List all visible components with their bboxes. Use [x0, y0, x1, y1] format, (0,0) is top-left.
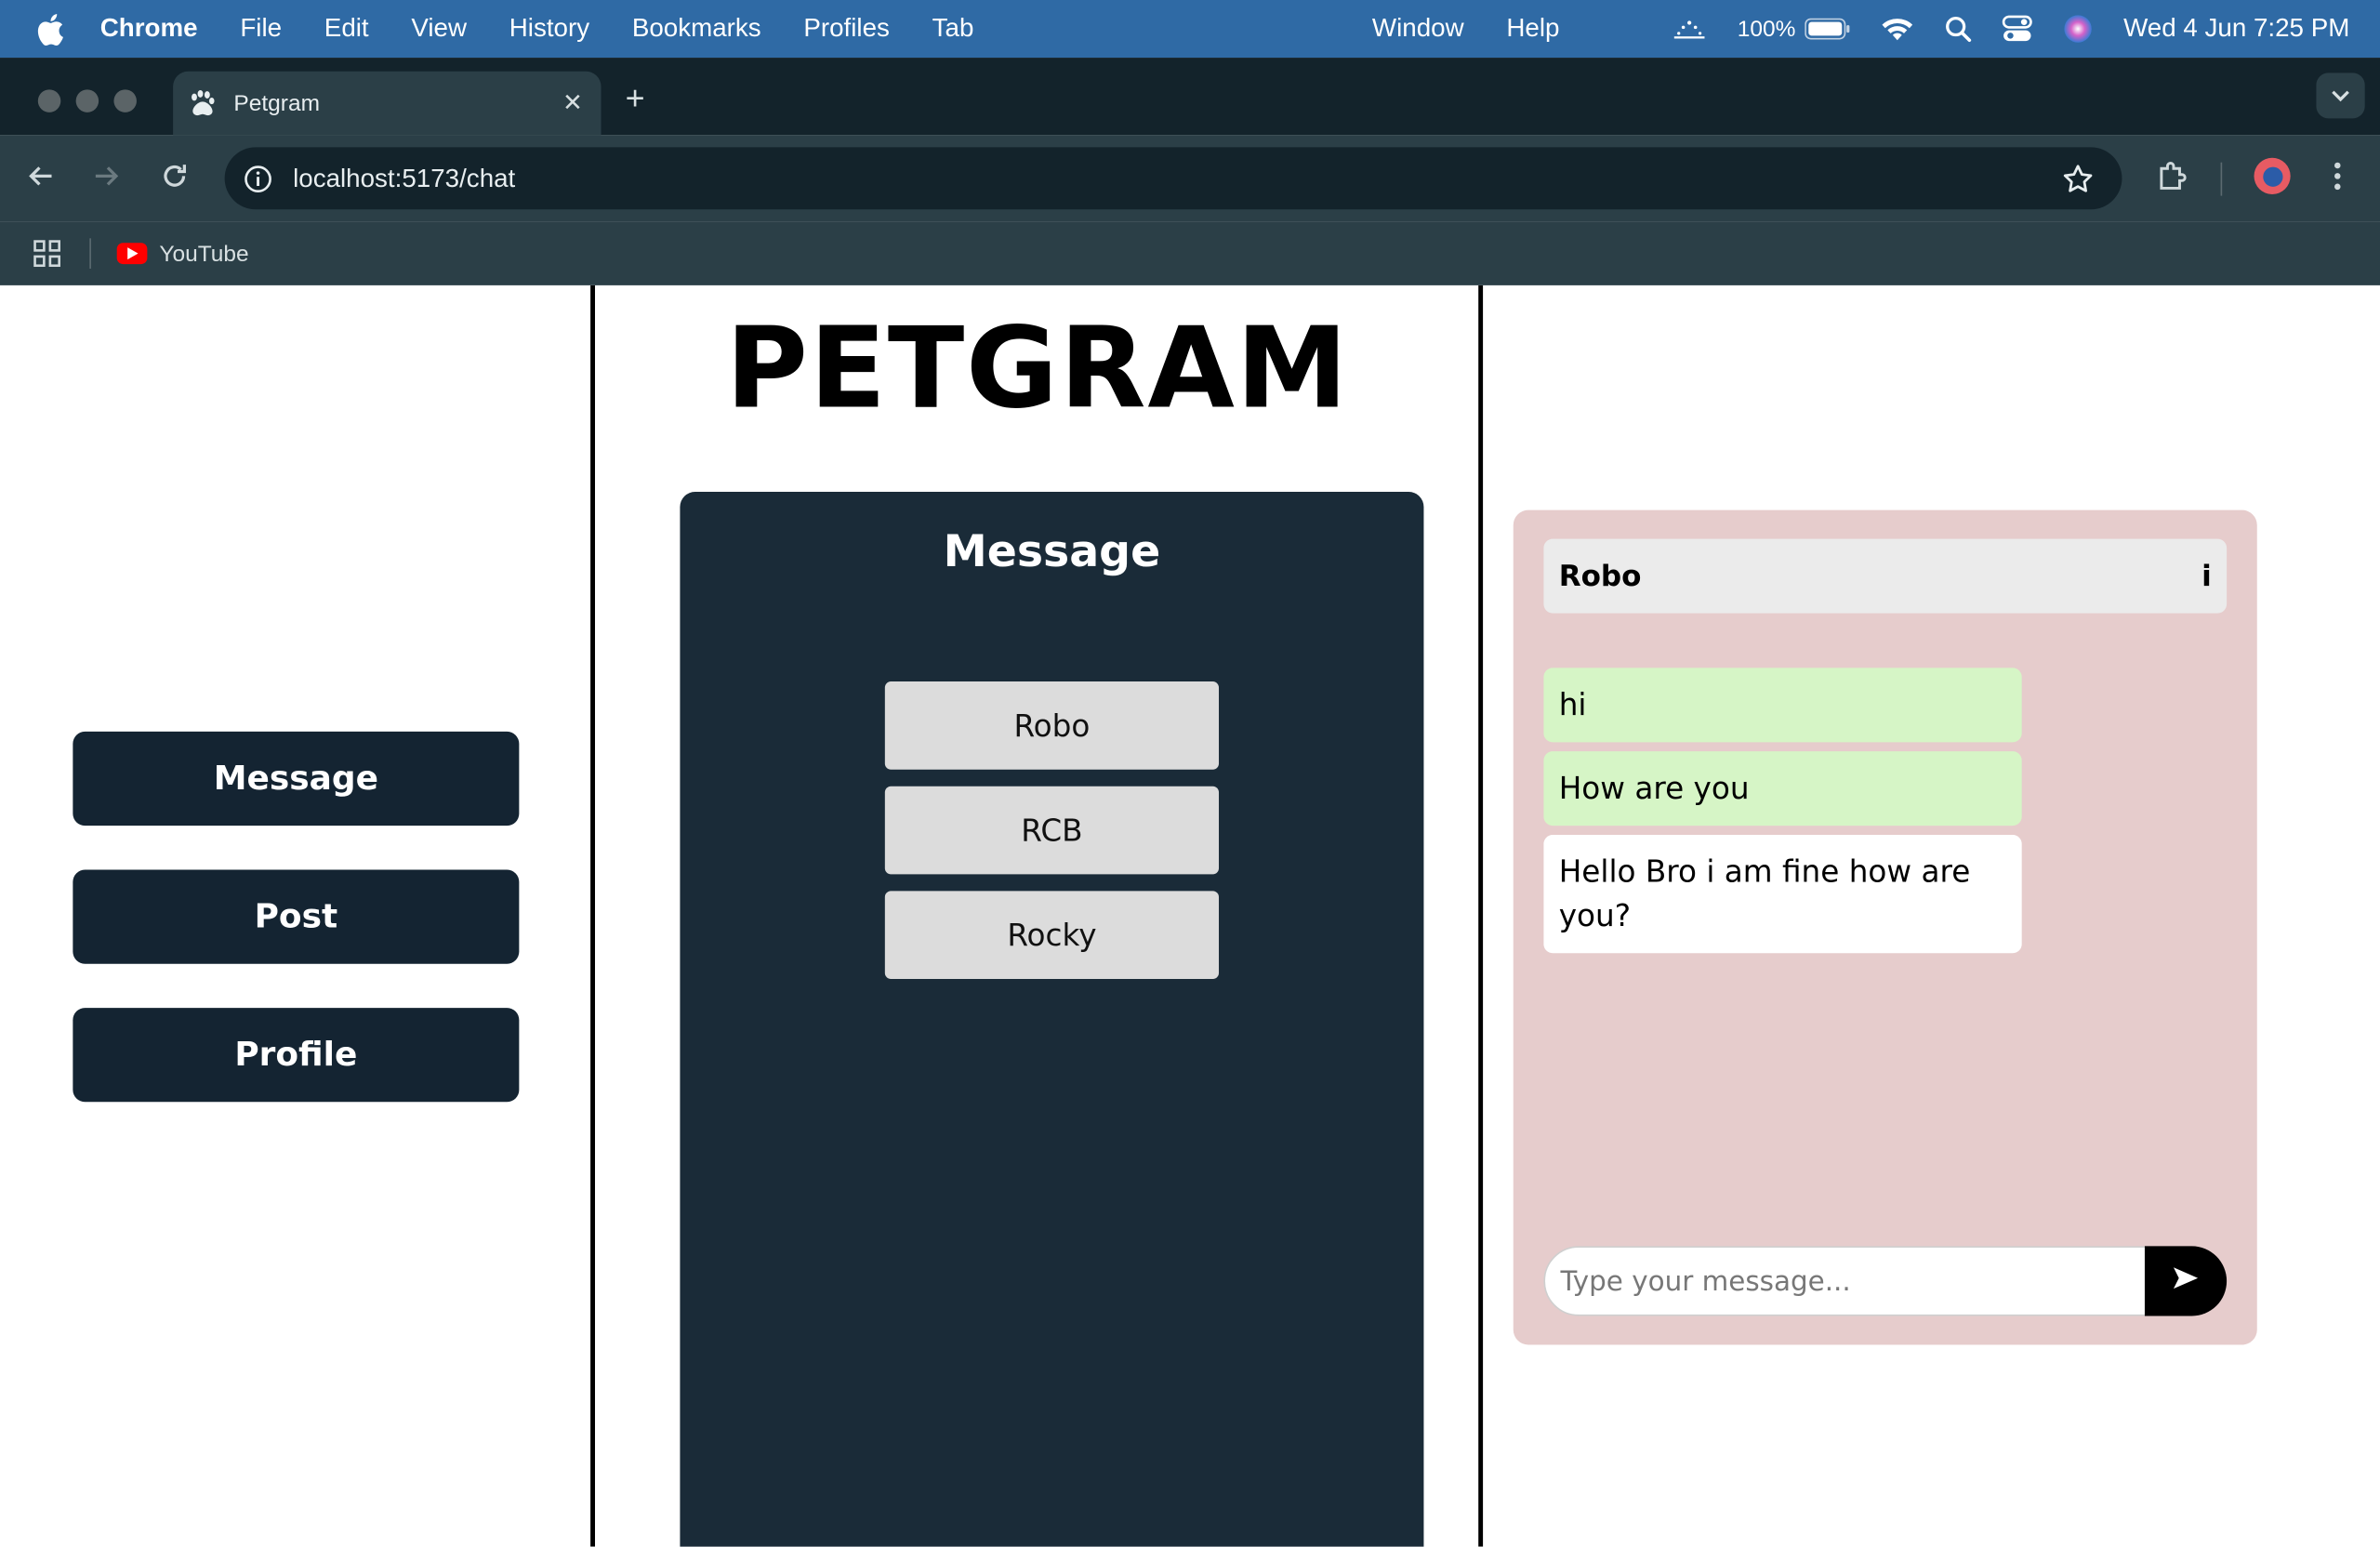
apple-icon[interactable] [36, 13, 67, 46]
brand-title: PETGRAM [725, 303, 1350, 434]
extensions-puzzle-icon[interactable] [2155, 158, 2191, 194]
maximize-window-button[interactable] [113, 89, 137, 112]
menu-edit[interactable]: Edit [324, 14, 369, 45]
bookmark-youtube[interactable]: YouTube [116, 240, 249, 267]
macos-menu-bar: Chrome File Edit View History Bookmarks … [0, 0, 2380, 59]
close-window-button[interactable] [37, 89, 61, 112]
profile-avatar[interactable] [2254, 157, 2291, 194]
bookmarks-divider [89, 238, 91, 269]
chat-window: Robo i hi How are you Hello Bro i am fin… [1513, 509, 2257, 1345]
chat-contact-name: Robo [1558, 559, 1642, 593]
browser-toolbar: localhost:5173/chat [0, 135, 2380, 222]
chat-header: Robo i [1543, 538, 2228, 614]
youtube-icon [116, 243, 148, 265]
site-info-icon[interactable] [243, 164, 273, 194]
right-column-border [1478, 284, 1484, 1547]
menu-bookmarks[interactable]: Bookmarks [632, 14, 761, 45]
paw-icon [188, 89, 215, 116]
chat-message-sent: How are you [1543, 751, 2022, 826]
address-bar[interactable]: localhost:5173/chat [224, 147, 2122, 210]
reload-icon[interactable] [159, 161, 190, 192]
battery-percent: 100% [1737, 16, 1796, 42]
bookmark-youtube-label: YouTube [159, 240, 249, 267]
chat-message-received: Hello Bro i am fine how are you? [1543, 834, 2022, 954]
status-area: 100% Wed 4 Jun 7:25 PM [1640, 0, 2349, 58]
petgram-page: Message Post Profile PETGRAM Message Rob… [0, 284, 2380, 1547]
display-icon[interactable] [1671, 19, 1707, 40]
battery-icon[interactable] [1805, 18, 1850, 40]
spotlight-search-icon[interactable] [1944, 15, 1972, 43]
bookmark-star-icon[interactable] [2061, 163, 2095, 196]
message-panel: Message Robo RCB Rocky [680, 491, 1424, 1547]
contact-robo-button[interactable]: Robo [884, 681, 1220, 770]
menu-view[interactable]: View [411, 14, 467, 45]
send-button[interactable] [2144, 1246, 2228, 1316]
siri-icon[interactable] [2063, 14, 2094, 45]
bookmarks-bar: YouTube [0, 221, 2380, 285]
contact-rocky-button[interactable]: Rocky [884, 891, 1220, 980]
send-arrow-icon [2172, 1265, 2199, 1297]
more-menu-icon[interactable] [2322, 158, 2353, 194]
apps-grid-icon[interactable] [33, 240, 60, 268]
menu-tab[interactable]: Tab [932, 14, 974, 45]
chat-composer [1543, 1246, 2228, 1316]
menu-history[interactable]: History [509, 14, 589, 45]
toolbar-divider [2220, 162, 2223, 196]
menu-window[interactable]: Window [1372, 14, 1464, 45]
sidebar-profile-button[interactable]: Profile [73, 1008, 520, 1103]
forward-arrow-icon[interactable] [91, 161, 122, 192]
back-arrow-icon[interactable] [26, 161, 57, 192]
url-text: localhost:5173/chat [293, 163, 516, 192]
chat-message-input[interactable] [1543, 1246, 2149, 1316]
tab-title: Petgram [233, 90, 321, 116]
minimize-window-button[interactable] [75, 89, 99, 112]
contact-rcb-button[interactable]: RCB [884, 786, 1220, 875]
control-center-icon[interactable] [2002, 15, 2032, 42]
tab-search-chevron-icon[interactable] [2316, 73, 2365, 119]
window-controls [37, 89, 137, 112]
sidebar-post-button[interactable]: Post [73, 869, 520, 964]
left-column-border [590, 284, 595, 1547]
browser-tab-strip: Petgram ✕ + [0, 58, 2380, 136]
menu-app-chrome[interactable]: Chrome [100, 14, 198, 45]
chat-message-sent: hi [1543, 668, 2022, 743]
tab-petgram[interactable]: Petgram ✕ [173, 71, 602, 136]
clock-datetime[interactable]: Wed 4 Jun 7:25 PM [2123, 14, 2349, 45]
menu-help[interactable]: Help [1506, 14, 1559, 45]
menu-file[interactable]: File [240, 14, 282, 45]
message-panel-title: Message [943, 524, 1161, 577]
new-tab-plus-icon[interactable]: + [626, 79, 645, 118]
sidebar-message-button[interactable]: Message [73, 731, 520, 826]
wifi-icon[interactable] [1881, 17, 1914, 41]
chat-info-button[interactable]: i [2202, 560, 2212, 593]
close-tab-icon[interactable]: ✕ [562, 88, 583, 119]
menu-profiles[interactable]: Profiles [803, 14, 890, 45]
